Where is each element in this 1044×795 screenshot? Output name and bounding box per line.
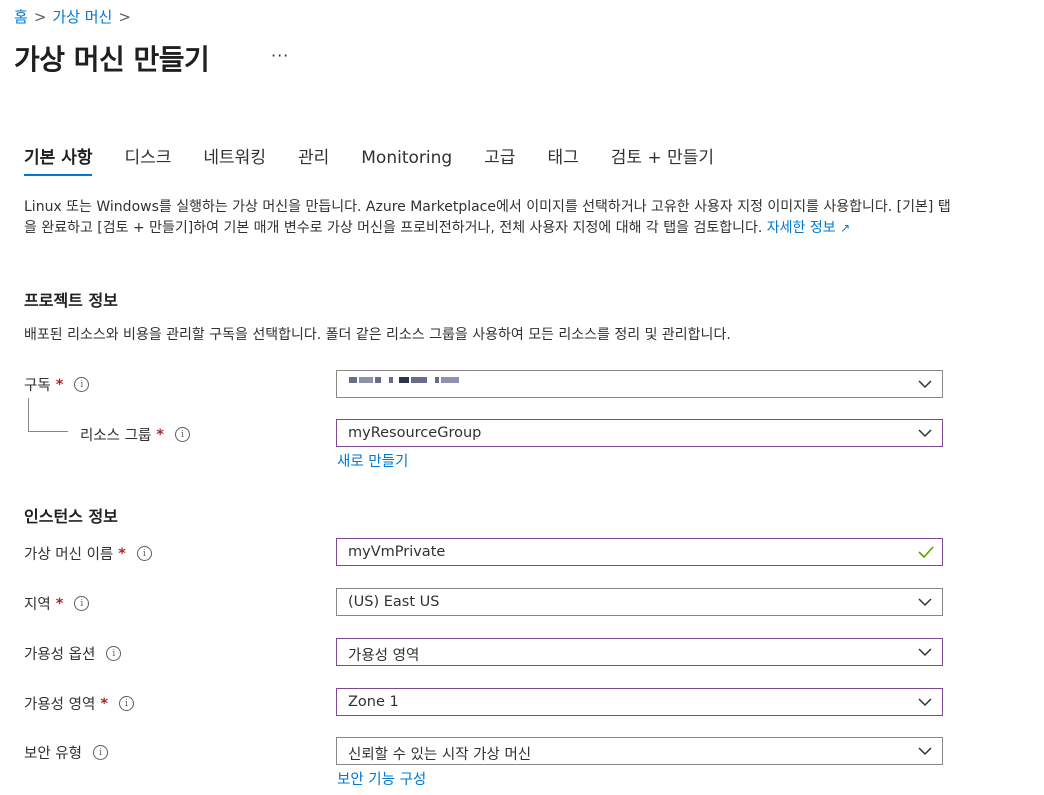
info-icon[interactable]: i (92, 745, 108, 760)
project-details-description: 배포된 리소스와 비용을 관리할 구독을 선택합니다. 폴더 같은 리소스 그룹… (24, 327, 731, 343)
tab-review-create[interactable]: 검토 + 만들기 (611, 146, 714, 176)
breadcrumb: 홈 > 가상 머신 > (14, 6, 131, 27)
chevron-right-icon: > (118, 7, 131, 26)
vm-name-label: 가상 머신 이름 * i (24, 543, 152, 564)
chevron-down-icon (918, 598, 932, 607)
checkmark-icon (918, 546, 934, 559)
security-type-label: 보안 유형 i (24, 742, 108, 763)
info-icon[interactable]: i (136, 546, 152, 561)
resource-group-label: 리소스 그룹 * i (80, 424, 190, 445)
intro-description: Linux 또는 Windows를 실행하는 가상 머신을 만듭니다. Azur… (24, 197, 954, 239)
security-type-dropdown[interactable]: 신뢰할 수 있는 시작 가상 머신 (336, 737, 943, 765)
tab-tags[interactable]: 태그 (547, 146, 578, 176)
tab-management[interactable]: 관리 (298, 146, 329, 176)
breadcrumb-vm-link[interactable]: 가상 머신 (52, 6, 112, 27)
info-icon[interactable]: i (106, 646, 122, 661)
chevron-down-icon (918, 747, 932, 756)
instance-details-heading: 인스턴스 정보 (24, 507, 118, 526)
tab-monitoring[interactable]: Monitoring (361, 146, 452, 176)
info-icon[interactable]: i (74, 596, 90, 611)
page-title: 가상 머신 만들기 (14, 43, 210, 76)
redacted-subscription-value (349, 377, 459, 383)
tree-connector (28, 431, 68, 432)
availability-zone-label: 가용성 영역 * i (24, 693, 134, 714)
tree-connector (28, 398, 29, 432)
external-link-icon: ↗ (840, 221, 851, 235)
learn-more-link[interactable]: 자세한 정보 ↗ (767, 220, 850, 236)
info-icon[interactable]: i (74, 377, 90, 392)
create-new-resource-group-link[interactable]: 새로 만들기 (337, 450, 408, 471)
chevron-down-icon (918, 429, 932, 438)
tab-advanced[interactable]: 고급 (484, 146, 515, 176)
resource-group-dropdown[interactable]: myResourceGroup (336, 419, 943, 447)
tab-disks[interactable]: 디스크 (124, 146, 171, 176)
breadcrumb-home-link[interactable]: 홈 (14, 6, 28, 27)
chevron-down-icon (918, 698, 932, 707)
configure-security-features-link[interactable]: 보안 기능 구성 (337, 768, 426, 789)
info-icon[interactable]: i (118, 696, 134, 711)
tab-basics[interactable]: 기본 사항 (24, 146, 93, 176)
region-dropdown[interactable]: (US) East US (336, 588, 943, 616)
subscription-dropdown[interactable] (336, 370, 943, 398)
chevron-down-icon (918, 380, 932, 389)
availability-option-label: 가용성 옵션 i (24, 643, 122, 664)
availability-option-dropdown[interactable]: 가용성 영역 (336, 638, 943, 666)
vm-name-input[interactable]: myVmPrivate (336, 538, 943, 566)
chevron-down-icon (918, 648, 932, 657)
info-icon[interactable]: i (174, 427, 190, 442)
project-details-heading: 프로젝트 정보 (24, 291, 118, 310)
more-options-icon[interactable]: ··· (271, 46, 289, 65)
tab-bar: 기본 사항 디스크 네트워킹 관리 Monitoring 고급 태그 검토 + … (24, 146, 746, 176)
availability-zone-dropdown[interactable]: Zone 1 (336, 688, 943, 716)
chevron-right-icon: > (33, 7, 47, 26)
region-label: 지역 * i (24, 593, 90, 614)
subscription-label: 구독 * i (24, 374, 90, 395)
tab-networking[interactable]: 네트워킹 (203, 146, 266, 176)
